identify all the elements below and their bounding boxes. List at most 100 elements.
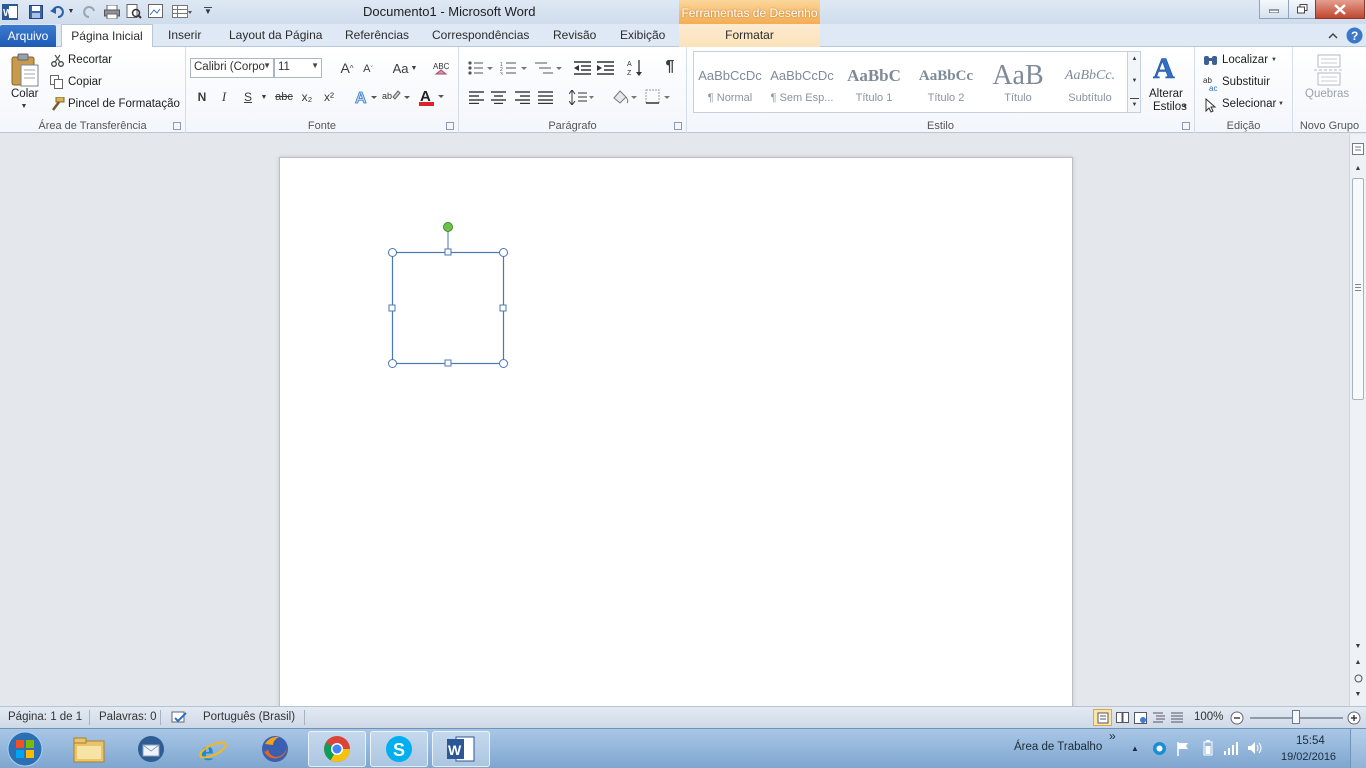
align-center-icon[interactable] xyxy=(490,90,506,104)
start-button[interactable] xyxy=(5,730,45,768)
vertical-scrollbar[interactable]: ▲ ▼ ▲ ▼ xyxy=(1349,134,1366,706)
zoom-level[interactable]: 100% xyxy=(1194,711,1223,723)
resize-handle[interactable] xyxy=(388,359,397,368)
action-center-flag-icon[interactable] xyxy=(1175,740,1191,756)
screenshot-icon[interactable] xyxy=(147,3,165,20)
selected-shape[interactable] xyxy=(280,158,1074,718)
paste-dropdown-icon[interactable]: ▼ xyxy=(19,102,29,110)
bold-button[interactable]: N xyxy=(194,89,210,105)
restore-button[interactable] xyxy=(1288,0,1316,19)
find-button[interactable]: Localizar xyxy=(1222,54,1268,66)
customize-qat-icon[interactable]: ▼ xyxy=(201,3,215,20)
sort-icon[interactable]: AZ xyxy=(627,59,645,77)
resize-handle[interactable] xyxy=(388,304,396,312)
taskbar-firefox[interactable] xyxy=(246,731,304,767)
resize-handle[interactable] xyxy=(499,248,508,257)
clipboard-launcher-icon[interactable] xyxy=(173,122,181,130)
close-button[interactable] xyxy=(1315,0,1365,19)
borders-icon[interactable] xyxy=(645,88,673,106)
underline-button[interactable]: S xyxy=(240,89,256,105)
resize-handle[interactable] xyxy=(444,248,452,256)
copy-button[interactable]: Copiar xyxy=(68,76,102,88)
clock-date[interactable]: 19/02/2016 xyxy=(1281,751,1336,763)
font-size-select[interactable]: 11 ▼ xyxy=(274,58,322,78)
numbering-icon[interactable]: 123 xyxy=(500,60,528,76)
paragraph-launcher-icon[interactable] xyxy=(674,122,682,130)
taskbar-chrome[interactable] xyxy=(308,731,366,767)
sync-tray-icon[interactable] xyxy=(1151,740,1167,756)
change-styles-icon[interactable]: A xyxy=(1151,52,1183,84)
zoom-in-icon[interactable] xyxy=(1346,710,1362,726)
decrease-indent-icon[interactable] xyxy=(574,60,592,76)
style-title[interactable]: AaB Título xyxy=(985,60,1051,112)
word-app-icon[interactable]: W xyxy=(1,3,19,20)
minimize-ribbon-icon[interactable] xyxy=(1326,28,1340,42)
underline-dropdown-icon[interactable]: ▼ xyxy=(259,90,269,104)
outline-view-icon[interactable] xyxy=(1151,710,1166,725)
tab-mailings[interactable]: Correspondências xyxy=(432,28,529,42)
justify-icon[interactable] xyxy=(537,90,553,104)
browse-object-icon[interactable] xyxy=(1352,672,1364,684)
change-styles-dropdown-icon[interactable]: ▼ xyxy=(1181,102,1189,112)
show-hidden-icons-icon[interactable]: ▲ xyxy=(1129,742,1141,754)
taskbar-thunderbird[interactable] xyxy=(122,731,180,767)
style-heading-2[interactable]: AaBbCc Título 2 xyxy=(913,60,979,112)
table-icon[interactable] xyxy=(170,3,194,20)
document-page[interactable] xyxy=(279,157,1073,717)
text-effects-icon[interactable]: A xyxy=(354,88,378,106)
multilevel-list-icon[interactable] xyxy=(535,60,563,76)
styles-launcher-icon[interactable] xyxy=(1182,122,1190,130)
rotate-handle[interactable] xyxy=(443,222,453,232)
change-case-button[interactable]: Aa ▼ xyxy=(392,60,418,76)
style-no-spacing[interactable]: AaBbCcDc ¶ Sem Esp... xyxy=(769,60,835,112)
clock-time[interactable]: 15:54 xyxy=(1296,735,1325,747)
tab-review[interactable]: Revisão xyxy=(553,28,596,42)
bullets-icon[interactable] xyxy=(468,60,494,76)
resize-handle[interactable] xyxy=(444,359,452,367)
breaks-button[interactable]: Quebras xyxy=(1305,88,1349,100)
taskbar-skype[interactable]: S xyxy=(370,731,428,767)
print-icon[interactable] xyxy=(103,3,121,20)
next-page-icon[interactable]: ▼ xyxy=(1352,688,1364,700)
superscript-button[interactable]: x² xyxy=(320,89,338,105)
format-painter-button[interactable]: Pincel de Formatação xyxy=(68,98,180,110)
taskbar-internet-explorer[interactable]: e xyxy=(184,731,242,767)
scroll-down-icon[interactable]: ▼ xyxy=(1352,640,1364,652)
taskbar-overflow-icon[interactable]: » xyxy=(1109,729,1116,743)
select-button[interactable]: Selecionar xyxy=(1222,98,1276,110)
align-left-icon[interactable] xyxy=(468,90,484,104)
tab-format[interactable]: Formatar xyxy=(679,24,820,47)
proofing-icon[interactable] xyxy=(170,710,188,725)
language-status[interactable]: Português (Brasil) xyxy=(203,711,295,723)
select-dropdown-icon[interactable]: ▼ xyxy=(1277,100,1285,108)
full-screen-reading-icon[interactable] xyxy=(1115,710,1130,725)
subscript-button[interactable]: x₂ xyxy=(298,89,316,105)
taskbar-word[interactable]: W xyxy=(432,731,490,767)
highlight-icon[interactable]: ab xyxy=(382,88,410,106)
scroll-thumb[interactable] xyxy=(1352,178,1364,400)
cut-button[interactable]: Recortar xyxy=(68,54,112,66)
replace-button[interactable]: Substituir xyxy=(1222,76,1270,88)
page-count[interactable]: Página: 1 de 1 xyxy=(8,711,82,723)
find-dropdown-icon[interactable]: ▼ xyxy=(1270,56,1278,64)
web-layout-icon[interactable] xyxy=(1133,710,1148,725)
previous-page-icon[interactable]: ▲ xyxy=(1352,656,1364,668)
zoom-slider-thumb[interactable] xyxy=(1292,710,1300,724)
tab-home[interactable]: Página Inicial xyxy=(61,24,153,48)
show-marks-button[interactable]: ¶ xyxy=(661,58,679,76)
resize-handle[interactable] xyxy=(499,359,508,368)
styles-gallery-scroll[interactable]: ▲ ▼ ▼ xyxy=(1127,51,1141,113)
redo-icon[interactable] xyxy=(81,3,99,20)
grow-font-icon[interactable]: A ^ xyxy=(338,59,356,77)
more-styles-icon[interactable]: ▼ xyxy=(1130,98,1139,110)
style-heading-1[interactable]: AaBbC Título 1 xyxy=(841,60,907,112)
zoom-out-icon[interactable] xyxy=(1229,710,1245,726)
help-icon[interactable]: ? xyxy=(1345,26,1363,44)
volume-icon[interactable] xyxy=(1246,740,1264,756)
line-spacing-icon[interactable] xyxy=(569,89,595,105)
clear-formatting-icon[interactable]: ABC xyxy=(432,59,450,77)
font-color-icon[interactable]: A xyxy=(418,87,446,107)
paste-icon[interactable] xyxy=(8,52,42,88)
font-family-select[interactable]: Calibri (Corpo ▼ xyxy=(190,58,274,78)
undo-dropdown-icon[interactable]: ▼ xyxy=(66,3,76,20)
